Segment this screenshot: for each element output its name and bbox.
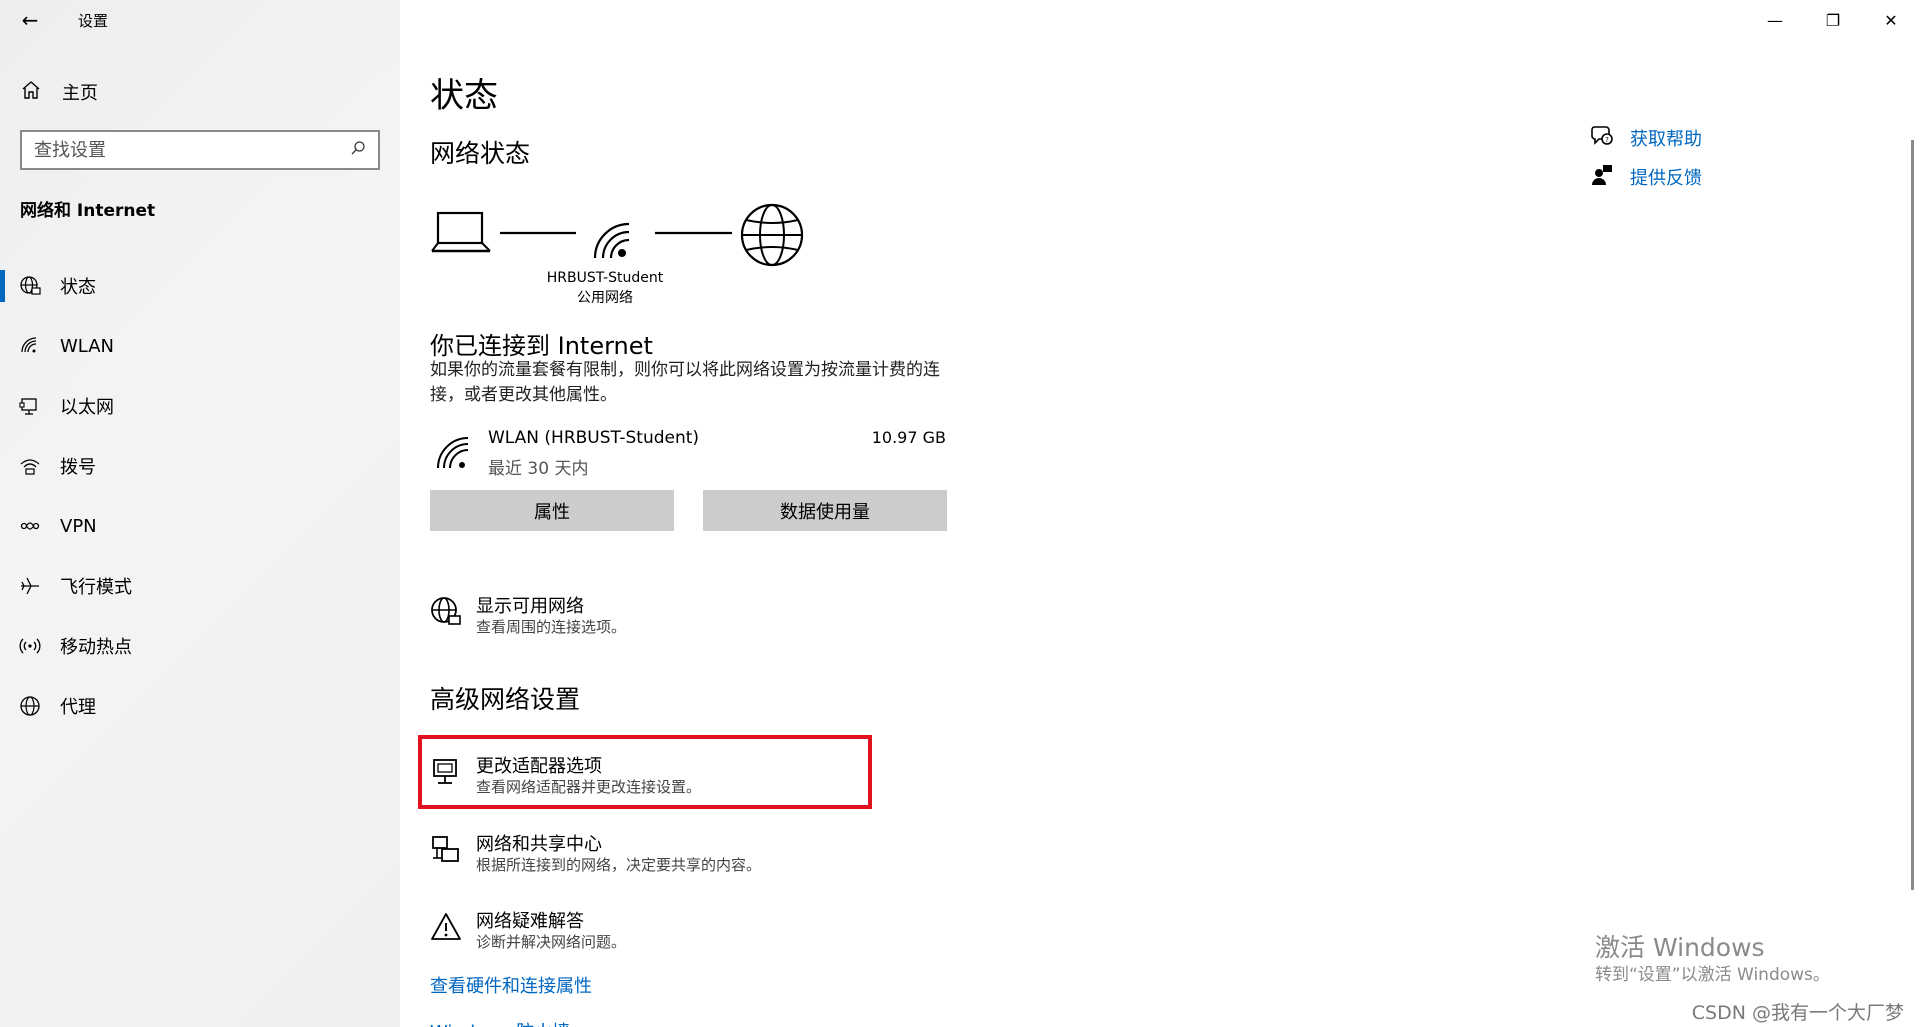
feedback-label: 提供反馈 [1630, 168, 1702, 189]
app-title: 设置 [78, 11, 109, 30]
feedback-icon [1590, 163, 1630, 191]
show-networks-item[interactable]: 显示可用网络 查看周围的连接选项。 [430, 592, 930, 642]
dialup-icon [0, 455, 60, 477]
item-subtitle: 查看网络适配器并更改连接设置。 [476, 778, 702, 796]
restore-button[interactable]: ❐ [1804, 0, 1862, 40]
change-adapter-options-item[interactable]: 更改适配器选项 查看网络适配器并更改连接设置。 [430, 752, 930, 802]
globe-network-icon [0, 275, 60, 297]
sidebar-item-label: WLAN [60, 335, 115, 357]
help-label: 获取帮助 [1630, 129, 1702, 150]
network-label: HRBUST-Student 公用网络 [530, 268, 680, 308]
item-title: 网络疑难解答 [476, 911, 584, 932]
main-content: — ❐ ✕ 状态 网络状态 HRBUST-Student 公用网络 你已连接到 … [400, 0, 1920, 1027]
sidebar-item-proxy[interactable]: 代理 [0, 676, 400, 736]
sidebar-item-label: 飞行模式 [60, 577, 132, 598]
sidebar-item-dialup[interactable]: 拨号 [0, 436, 400, 496]
ethernet-icon [0, 395, 60, 417]
close-button[interactable]: ✕ [1862, 0, 1920, 40]
item-title: 显示可用网络 [476, 596, 584, 617]
firewall-link[interactable]: Windows 防火墙 [430, 1018, 570, 1027]
vpn-icon [0, 515, 60, 537]
sidebar-item-label: 以太网 [60, 397, 114, 418]
sidebar-item-label: VPN [60, 515, 97, 537]
wifi-icon [593, 222, 630, 259]
adapter-icon [430, 756, 462, 788]
connected-title: 你已连接到 Internet [430, 332, 653, 360]
item-subtitle: 诊断并解决网络问题。 [476, 933, 627, 951]
scrollbar[interactable] [1911, 140, 1914, 890]
data-usage-value: 10.97 GB [871, 428, 946, 447]
sidebar: ← 设置 主页 网络和 Internet 状态 WLAN [0, 0, 400, 1027]
item-title: 网络和共享中心 [476, 834, 602, 855]
data-usage-button[interactable]: 数据使用量 [703, 490, 947, 531]
network-name: HRBUST-Student [546, 270, 664, 286]
feedback-link[interactable]: 提供反馈 [1590, 163, 1702, 191]
get-help-link[interactable]: ? 获取帮助 [1590, 124, 1702, 152]
minimize-icon: — [1767, 10, 1783, 30]
network-type: 公用网络 [577, 290, 633, 306]
connection-row: WLAN (HRBUST-Student) 最近 30 天内 10.97 GB [430, 426, 946, 480]
sidebar-item-label: 状态 [60, 277, 96, 298]
search-icon[interactable] [350, 140, 366, 160]
sidebar-item-ethernet[interactable]: 以太网 [0, 376, 400, 436]
sidebar-item-label: 主页 [62, 83, 98, 104]
item-subtitle: 查看周围的连接选项。 [476, 618, 627, 636]
warning-icon [430, 911, 462, 943]
airplane-icon [0, 575, 60, 597]
connected-description: 如果你的流量套餐有限制，则你可以将此网络设置为按流量计费的连接，或者更改其他属性… [430, 360, 940, 405]
globe-icon [0, 695, 60, 717]
connection-period: 最近 30 天内 [488, 459, 589, 479]
connection-name: WLAN (HRBUST-Student) [488, 428, 700, 448]
sidebar-item-wlan[interactable]: WLAN [0, 316, 400, 376]
sidebar-item-home[interactable]: 主页 [0, 72, 400, 112]
search-input[interactable] [34, 139, 350, 161]
sidebar-nav: 状态 WLAN 以太网 拨号 VPN 飞行模式 移动热点 代理 [0, 256, 400, 736]
search-box [20, 130, 380, 170]
help-chat-icon: ? [1590, 124, 1630, 152]
sidebar-item-airplane[interactable]: 飞行模式 [0, 556, 400, 616]
laptop-icon [431, 211, 491, 253]
network-status-heading: 网络状态 [430, 139, 531, 168]
sidebar-item-vpn[interactable]: VPN [0, 496, 400, 556]
network-sharing-center-item[interactable]: 网络和共享中心 根据所连接到的网络，决定要共享的内容。 [430, 830, 930, 880]
minimize-button[interactable]: — [1746, 0, 1804, 40]
title-bar: ← 设置 [0, 0, 400, 40]
hotspot-icon [0, 635, 60, 657]
window-controls: — ❐ ✕ [1746, 0, 1920, 40]
section-title: 网络和 Internet [20, 201, 156, 221]
sidebar-item-label: 代理 [60, 697, 96, 718]
hardware-properties-link[interactable]: 查看硬件和连接属性 [430, 972, 592, 998]
sidebar-item-label: 拨号 [60, 457, 96, 478]
page-title: 状态 [430, 76, 498, 116]
sidebar-item-status[interactable]: 状态 [0, 256, 400, 316]
network-sharing-icon [430, 834, 462, 866]
wifi-icon [436, 436, 470, 474]
item-title: 更改适配器选项 [476, 756, 602, 777]
item-subtitle: 根据所连接到的网络，决定要共享的内容。 [476, 856, 762, 874]
sidebar-item-hotspot[interactable]: 移动热点 [0, 616, 400, 676]
restore-icon: ❐ [1825, 10, 1841, 30]
csdn-watermark: CSDN @我有一个大厂梦 [1691, 1002, 1904, 1024]
globe-network-icon [430, 596, 462, 628]
sidebar-item-label: 移动热点 [60, 637, 132, 658]
properties-button[interactable]: 属性 [430, 490, 674, 531]
svg-text:?: ? [1605, 136, 1609, 144]
globe-icon [740, 203, 804, 267]
network-troubleshooter-item[interactable]: 网络疑难解答 诊断并解决网络问题。 [430, 907, 930, 957]
back-button[interactable]: ← [0, 0, 60, 40]
close-icon: ✕ [1884, 10, 1898, 30]
advanced-heading: 高级网络设置 [430, 685, 581, 714]
home-icon [0, 79, 62, 106]
wifi-icon [0, 335, 60, 357]
back-arrow-icon: ← [21, 8, 39, 32]
activation-watermark-subtitle: 转到“设置”以激活 Windows。 [1595, 965, 1830, 985]
activation-watermark-title: 激活 Windows [1595, 933, 1765, 962]
